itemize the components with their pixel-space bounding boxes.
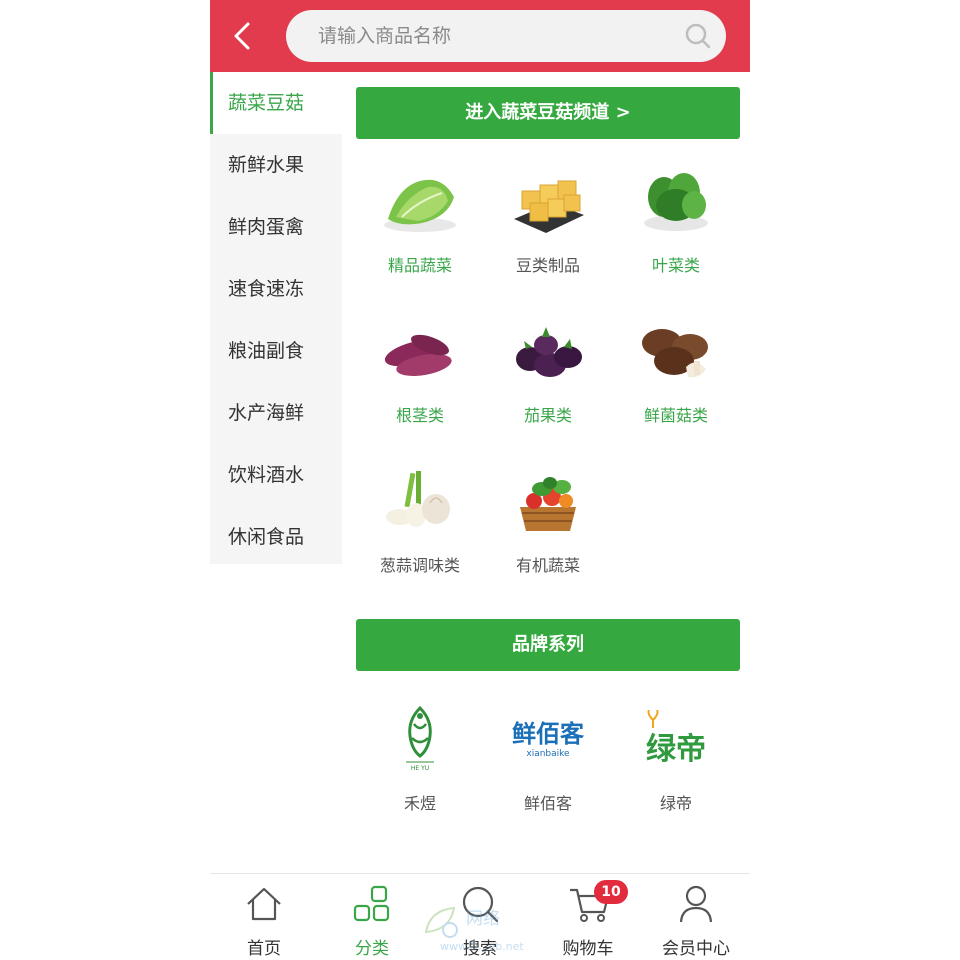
- category-label: 有机蔬菜: [515, 556, 580, 575]
- sidebar-item-vegetables[interactable]: 蔬菜豆菇: [210, 72, 342, 134]
- category-item-leafy-greens[interactable]: 叶菜类: [612, 167, 740, 307]
- xianbaike-logo: 鲜佰客 xianbaike: [503, 720, 593, 760]
- sidebar-item-meat-eggs[interactable]: 鲜肉蛋禽: [210, 196, 342, 258]
- cart-count-badge: 10: [594, 880, 628, 904]
- mushroom-image: [642, 329, 708, 378]
- bottom-tab-bar: 首页 分类 搜索 10 购物车 会员中心: [210, 873, 750, 960]
- category-item-organic[interactable]: 有机蔬菜: [484, 467, 612, 607]
- tab-member[interactable]: 会员中心: [642, 874, 750, 960]
- xianbaike-logo-text: 鲜佰客: [512, 720, 584, 748]
- category-label: 葱蒜调味类: [379, 556, 460, 575]
- category-item-root-vegetables[interactable]: 根茎类: [356, 317, 484, 457]
- tab-label: 购物车: [562, 939, 614, 959]
- eggplant-image: [516, 327, 582, 377]
- category-label: 鲜菌菇类: [643, 406, 708, 425]
- category-item-premium-vegetables[interactable]: 精品蔬菜: [356, 167, 484, 307]
- brand-label: 鲜佰客: [523, 794, 572, 813]
- category-label: 叶菜类: [651, 256, 700, 275]
- tab-search[interactable]: 搜索: [426, 874, 534, 960]
- channel-button[interactable]: 进入蔬菜豆菇频道 >: [356, 87, 740, 139]
- sweet-potato-image: [384, 334, 452, 376]
- category-label: 根茎类: [395, 406, 444, 425]
- back-button[interactable]: [224, 18, 260, 54]
- tab-label: 搜索: [463, 939, 497, 959]
- brand-item-lvdi[interactable]: 绿帝 绿帝: [612, 702, 740, 842]
- heyu-logo-text: HE YU: [411, 765, 429, 772]
- chevron-left-icon: [234, 22, 250, 50]
- tab-label: 会员中心: [662, 939, 730, 959]
- tofu-image: [514, 180, 584, 233]
- sidebar-item-fruits[interactable]: 新鲜水果: [210, 134, 342, 196]
- sidebar-item-snacks[interactable]: 休闲食品: [210, 506, 342, 568]
- sidebar-item-drinks[interactable]: 饮料酒水: [210, 444, 342, 506]
- user-icon: [679, 885, 713, 923]
- vegetable-basket-image: [520, 477, 576, 531]
- category-item-nightshade[interactable]: 茄果类: [484, 317, 612, 457]
- lvdi-logo: 绿帝: [641, 710, 711, 776]
- tab-home[interactable]: 首页: [210, 874, 318, 960]
- leafy-greens-image: [644, 173, 708, 231]
- search-box[interactable]: [286, 10, 726, 62]
- brand-label: 绿帝: [659, 794, 692, 813]
- search-input[interactable]: [318, 10, 678, 62]
- brand-series-header[interactable]: 品牌系列: [356, 619, 740, 671]
- tab-label: 首页: [247, 939, 281, 959]
- sidebar-item-grain-oil[interactable]: 粮油副食: [210, 320, 342, 382]
- category-label: 茄果类: [523, 406, 572, 425]
- category-label: 豆类制品: [515, 256, 580, 275]
- tab-cart[interactable]: 10 购物车: [534, 874, 642, 960]
- brand-label: 禾煜: [403, 794, 436, 813]
- tab-label: 分类: [355, 939, 389, 959]
- category-label: 精品蔬菜: [387, 256, 452, 275]
- sidebar-item-frozen[interactable]: 速食速冻: [210, 258, 342, 320]
- tab-category[interactable]: 分类: [318, 874, 426, 960]
- category-sidebar: 蔬菜豆菇 新鲜水果 鲜肉蛋禽 速食速冻 粮油副食 水产海鲜 饮料酒水 休闲食品: [210, 72, 342, 564]
- heyu-logo: HE YU: [406, 705, 434, 772]
- category-item-mushrooms[interactable]: 鲜菌菇类: [612, 317, 740, 457]
- home-icon: [247, 887, 281, 921]
- lettuce-image: [384, 179, 456, 232]
- brand-item-xianbaike[interactable]: 鲜佰客 xianbaike 鲜佰客: [484, 702, 612, 842]
- brand-item-heyu[interactable]: HE YU 禾煜: [356, 702, 484, 842]
- lvdi-logo-text: 绿帝: [646, 732, 706, 767]
- grid-icon: [353, 885, 390, 922]
- search-icon[interactable]: [684, 22, 712, 50]
- category-item-seasoning[interactable]: 葱蒜调味类: [356, 467, 484, 607]
- garlic-scallion-image: [386, 471, 450, 527]
- mobile-page: 蔬菜豆菇 新鲜水果 鲜肉蛋禽 速食速冻 粮油副食 水产海鲜 饮料酒水 休闲食品 …: [210, 0, 750, 960]
- xianbaike-logo-sub: xianbaike: [526, 749, 570, 759]
- top-header: [210, 0, 750, 72]
- category-item-soy-products[interactable]: 豆类制品: [484, 167, 612, 307]
- search-icon: [462, 886, 499, 923]
- sidebar-item-seafood[interactable]: 水产海鲜: [210, 382, 342, 444]
- sprout-icon: [647, 710, 659, 728]
